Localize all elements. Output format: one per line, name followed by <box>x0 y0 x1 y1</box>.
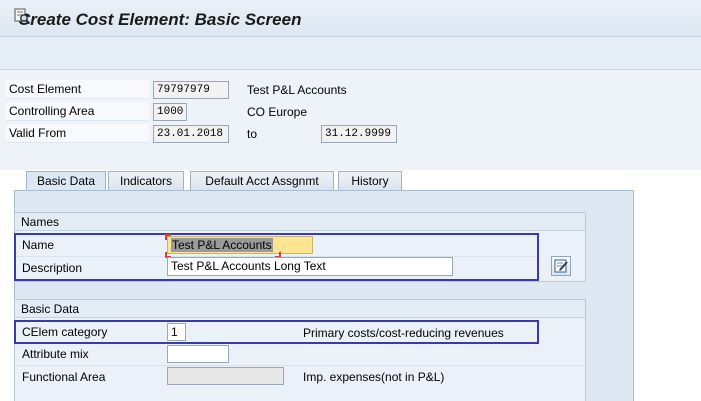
attribute-mix-label: Attribute mix <box>22 347 89 361</box>
edit-long-text-button[interactable] <box>551 256 571 276</box>
controlling-area-text: CO Europe <box>247 105 308 119</box>
celem-category-field[interactable]: 1 <box>167 323 186 341</box>
controlling-area-label: Controlling Area <box>6 102 149 121</box>
focus-corner-mark <box>165 234 171 240</box>
tab-indicators[interactable]: Indicators <box>108 171 184 191</box>
basic-data-group-title: Basic Data <box>15 300 585 318</box>
description-label: Description <box>22 261 83 275</box>
tab-history[interactable]: History <box>338 171 402 191</box>
tab-basic-data[interactable]: Basic Data <box>26 171 106 192</box>
celem-category-text: Primary costs/cost-reducing revenues <box>303 326 504 340</box>
names-group-title: Names <box>15 213 585 231</box>
cost-element-field[interactable]: 79797979 <box>153 81 229 99</box>
valid-from-label: Valid From <box>6 124 149 143</box>
name-label: Name <box>22 238 55 252</box>
page-title: Create Cost Element: Basic Screen <box>18 10 302 29</box>
functional-area-field[interactable] <box>167 367 284 385</box>
cost-element-text: Test P&L Accounts <box>247 83 347 97</box>
description-field[interactable]: Test P&L Accounts Long Text <box>167 257 453 276</box>
tab-default-acct-assgnmt[interactable]: Default Acct Assgnmt <box>190 171 334 191</box>
celem-category-label: CElem category <box>22 325 108 339</box>
attribute-mix-field[interactable] <box>167 345 229 363</box>
application-toolbar <box>0 37 701 70</box>
name-field[interactable]: Test P&L Accounts <box>167 236 313 254</box>
valid-from-field[interactable]: 23.01.2018 <box>153 125 229 143</box>
functional-area-text: Imp. expenses(not in P&L) <box>303 370 445 384</box>
to-label: to <box>247 127 258 141</box>
cost-element-label: Cost Element <box>6 80 149 99</box>
edit-icon <box>554 259 568 273</box>
functional-area-label: Functional Area <box>22 370 106 384</box>
valid-to-field[interactable]: 31.12.9999 <box>321 125 397 143</box>
change-document-icon[interactable] <box>12 6 32 26</box>
controlling-area-field[interactable]: 1000 <box>153 103 187 121</box>
name-field-selected-text: Test P&L Accounts <box>171 238 273 252</box>
